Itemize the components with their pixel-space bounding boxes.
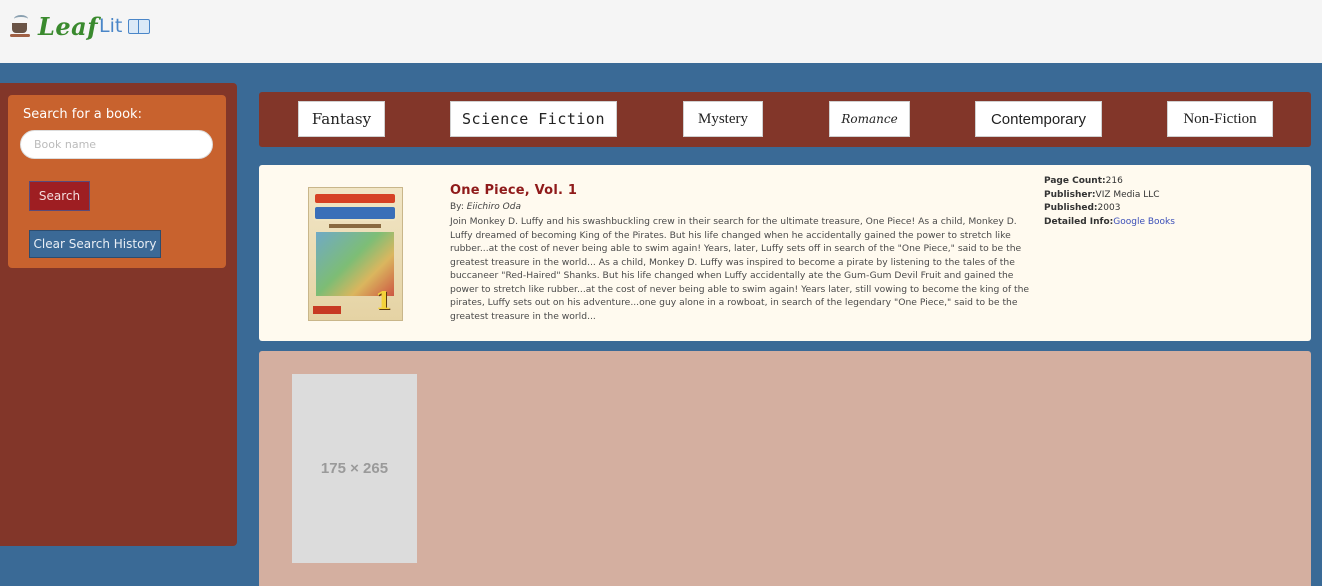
detailed-info-label: Detailed Info:: [1044, 216, 1114, 227]
page-count-label: Page Count:: [1044, 176, 1106, 186]
search-button[interactable]: Search: [29, 181, 90, 211]
book-metadata: Page Count:216 Publisher:VIZ Media LLC P…: [1044, 175, 1175, 229]
book-description: Join Monkey D. Luffy and his swashbuckli…: [450, 216, 1030, 322]
brand-name-lit: Lit: [99, 15, 123, 37]
page-count-value: 216: [1105, 176, 1123, 186]
genre-button-contemporary[interactable]: Contemporary: [975, 101, 1102, 137]
genre-button-romance[interactable]: Romance: [829, 101, 910, 137]
published-value: 2003: [1097, 203, 1121, 213]
top-navbar: Leaf Lit: [0, 0, 1322, 63]
genre-button-non-fiction[interactable]: Non-Fiction: [1167, 101, 1273, 137]
results-area: 175 × 265: [259, 351, 1311, 586]
genre-button-mystery[interactable]: Mystery: [683, 101, 763, 137]
publisher-value: VIZ Media LLC: [1095, 189, 1160, 200]
genre-button-science-fiction[interactable]: Science Fiction: [450, 101, 617, 137]
author-prefix: By:: [450, 202, 464, 212]
search-title: Search for a book:: [23, 107, 142, 122]
book-title[interactable]: One Piece, Vol. 1: [450, 183, 577, 198]
placeholder-image: 175 × 265: [292, 374, 417, 563]
coffee-cup-icon: [10, 15, 32, 37]
brand-name-leaf: Leaf: [38, 11, 99, 41]
search-panel: Search for a book: Search Clear Search H…: [8, 95, 226, 268]
book-cover-image[interactable]: 1: [308, 187, 403, 321]
open-book-icon: [128, 18, 151, 34]
genre-button-fantasy[interactable]: Fantasy: [298, 101, 385, 137]
brand-logo[interactable]: Leaf Lit: [10, 11, 151, 41]
book-search-input[interactable]: [20, 130, 213, 159]
book-result-card: 1 One Piece, Vol. 1 By: Eiichiro Oda Joi…: [259, 165, 1311, 341]
clear-search-history-button[interactable]: Clear Search History: [29, 230, 161, 258]
publisher-label: Publisher:: [1044, 189, 1096, 200]
sidebar: Search for a book: Search Clear Search H…: [0, 83, 237, 546]
author-name: Eiichiro Oda: [466, 202, 521, 212]
google-books-link[interactable]: Google Books: [1113, 217, 1175, 227]
genre-bar: Fantasy Science Fiction Mystery Romance …: [259, 92, 1311, 147]
book-author: By: Eiichiro Oda: [450, 202, 521, 212]
published-label: Published:: [1044, 203, 1098, 213]
